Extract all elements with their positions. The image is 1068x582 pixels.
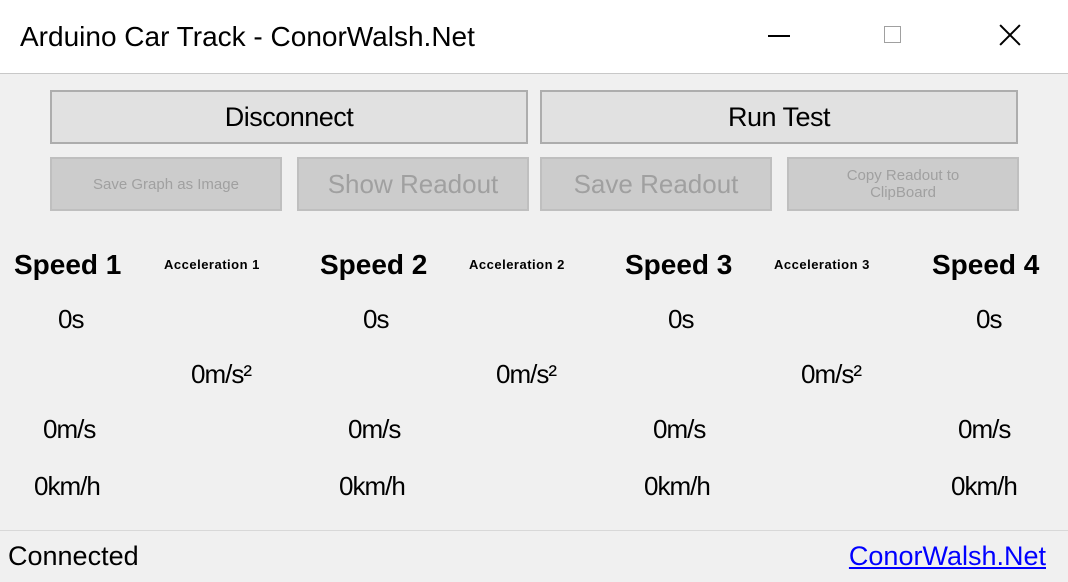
save-readout-button[interactable]: Save Readout [540,157,772,211]
connection-status: Connected [8,541,139,571]
speed2-header: Speed 2 [320,249,428,280]
minimize-button[interactable] [720,0,836,74]
speed1-time: 0s [58,304,84,334]
speed3-ms: 0m/s [653,414,706,444]
accel3-value: 0m/s² [801,359,862,389]
speed2-kmh: 0km/h [339,471,406,501]
accel2-header: Acceleration 2 [469,257,565,272]
app-window: Arduino Car Track - ConorWalsh.Net Disco… [0,0,1068,582]
speed3-kmh: 0km/h [644,471,711,501]
run-test-button[interactable]: Run Test [540,90,1018,144]
speed4-header: Speed 4 [932,249,1040,280]
show-readout-button[interactable]: Show Readout [297,157,529,211]
accel1-header: Acceleration 1 [164,257,260,272]
speed3-time: 0s [668,304,694,334]
speed3-header: Speed 3 [625,249,733,280]
speed2-time: 0s [363,304,389,334]
window-title: Arduino Car Track - ConorWalsh.Net [20,21,475,52]
disconnect-button[interactable]: Disconnect [50,90,528,144]
speed1-header: Speed 1 [14,249,122,280]
speed2-ms: 0m/s [348,414,401,444]
speed1-kmh: 0km/h [34,471,101,501]
speed4-time: 0s [976,304,1002,334]
maximize-button[interactable] [836,0,952,74]
close-icon [999,24,1021,46]
website-link[interactable]: ConorWalsh.Net [849,541,1046,572]
status-bar: Connected ConorWalsh.Net [0,530,1068,582]
save-graph-button[interactable]: Save Graph as Image [50,157,282,211]
maximize-icon [884,26,901,43]
accel1-value: 0m/s² [191,359,252,389]
copy-readout-button[interactable]: Copy Readout to ClipBoard [787,157,1019,211]
speed1-ms: 0m/s [43,414,96,444]
speed4-ms: 0m/s [958,414,1011,444]
speed4-kmh: 0km/h [951,471,1018,501]
close-button[interactable] [952,0,1068,74]
title-bar[interactable]: Arduino Car Track - ConorWalsh.Net [0,0,1068,74]
accel2-value: 0m/s² [496,359,557,389]
accel3-header: Acceleration 3 [774,257,870,272]
minimize-icon [768,35,790,37]
